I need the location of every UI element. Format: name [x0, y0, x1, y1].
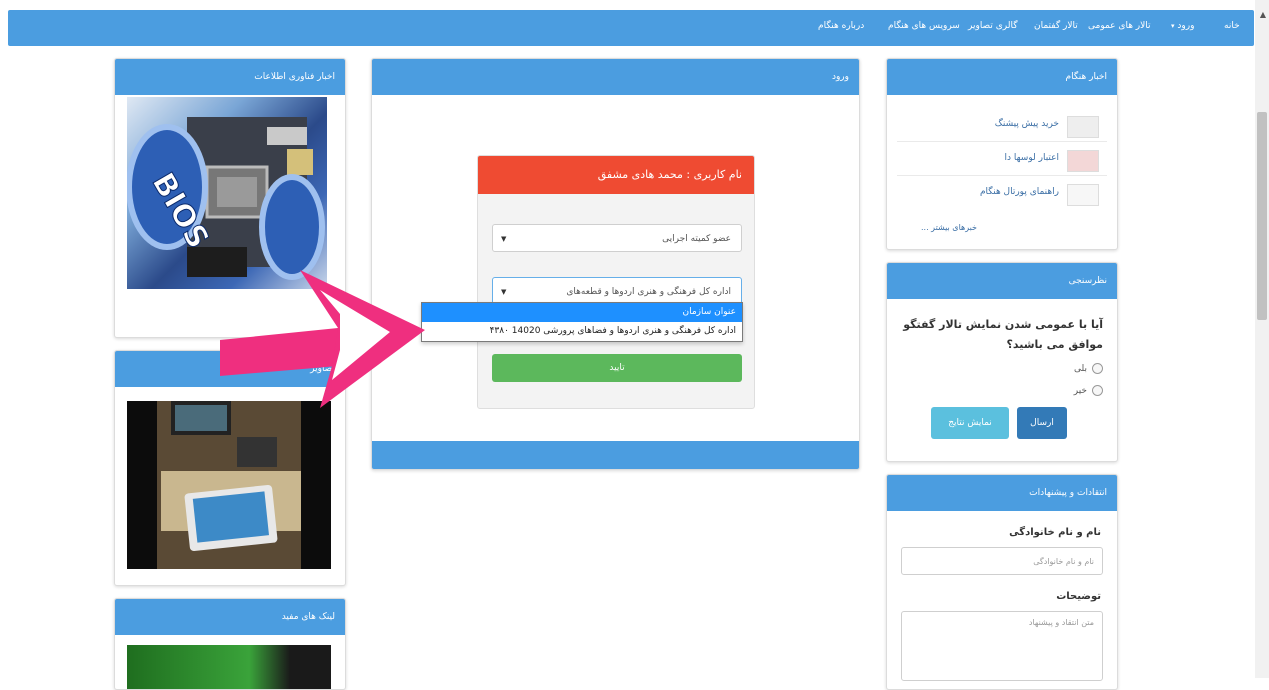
top-navbar: خانه ▾ ورود تالار های عمومی تالار گفتمان…: [8, 10, 1254, 46]
news-item-label: خرید پیش پیشنگ: [994, 119, 1059, 129]
send-button[interactable]: ارسال: [1017, 407, 1067, 439]
kiosk-photo-illustration: [157, 401, 301, 569]
dropdown-option[interactable]: اداره کل فرهنگی و هنری اردوها و فضاهای پ…: [422, 322, 742, 341]
poll-option-yes[interactable]: بلی: [1074, 363, 1103, 374]
scrollbar-thumb[interactable]: [1257, 112, 1267, 320]
poll-panel: نظرسنجی آیا با عمومی شدن نمایش تالار گفت…: [886, 262, 1118, 462]
page-scrollbar[interactable]: ▲: [1255, 0, 1269, 678]
scroll-up-arrow-icon[interactable]: ▲: [1260, 10, 1266, 19]
news-thumbnail: [1067, 116, 1099, 138]
news-item[interactable]: خرید پیش پیشنگ: [897, 111, 1107, 142]
login-panel: ورود نام کاربری : محمد هادی مشفق عضو کمی…: [371, 58, 860, 470]
show-results-button[interactable]: نمایش نتایج: [931, 407, 1009, 439]
useful-links-title: لینک های مفید: [115, 599, 345, 635]
gallery-photo[interactable]: [127, 401, 331, 569]
role-select-value: عضو کمیته اجرایی: [662, 234, 731, 244]
organization-select-value: اداره کل فرهنگی و هنری اردوها و قطعه‌های: [566, 287, 731, 297]
feedback-panel: انتقادات و پیشنهادات نام و نام خانوادگی …: [886, 474, 1118, 690]
news-item[interactable]: راهنمای پورتال هنگام: [897, 179, 1107, 209]
tech-news-title: اخبار فناوری اطلاعات: [115, 59, 345, 95]
name-field[interactable]: نام و نام خانوادگی: [901, 547, 1103, 575]
organization-dropdown-list[interactable]: عنوان سازمان اداره کل فرهنگی و هنری اردو…: [421, 302, 743, 342]
confirm-button[interactable]: تایید: [492, 354, 742, 382]
caret-down-icon: ▾: [1171, 22, 1175, 30]
more-news-link[interactable]: خبرهای بیشتر ...: [921, 223, 977, 232]
organization-select[interactable]: اداره کل فرهنگی و هنری اردوها و قطعه‌های…: [492, 277, 742, 305]
description-label: توضیحات: [1056, 591, 1101, 602]
poll-title: نظرسنجی: [887, 263, 1117, 299]
annotation-arrow-icon: [220, 270, 425, 408]
login-panel-footer: [372, 441, 859, 469]
feedback-title: انتقادات و پیشنهادات: [887, 475, 1117, 511]
login-panel-title: ورود: [372, 59, 859, 95]
hengam-news-panel: اخبار هنگام خرید پیش پیشنگ اعتبار لوسها …: [886, 58, 1118, 250]
login-box: نام کاربری : محمد هادی مشفق عضو کمیته اج…: [477, 155, 755, 409]
poll-question: آیا با عمومی شدن نمایش تالار گفتگو موافق…: [903, 318, 1103, 351]
news-thumbnail: [1067, 150, 1099, 172]
nav-discussion-forum[interactable]: تالار گفتمان: [1034, 21, 1078, 31]
nav-about[interactable]: درباره هنگام: [818, 21, 864, 31]
nav-gallery[interactable]: گالری تصاویر: [968, 21, 1018, 31]
nav-login[interactable]: ▾ ورود: [1168, 21, 1194, 31]
bios-illustration: BIOS: [127, 117, 325, 280]
hengam-news-title: اخبار هنگام: [887, 59, 1117, 95]
nav-login-label: ورود: [1177, 21, 1195, 31]
useful-link-banner[interactable]: [127, 645, 331, 689]
poll-option-no[interactable]: خیر: [1074, 385, 1103, 396]
news-item-label: اعتبار لوسها دا: [1004, 153, 1059, 163]
nav-services[interactable]: سرویس های هنگام: [888, 21, 960, 31]
news-item[interactable]: اعتبار لوسها دا: [897, 145, 1107, 176]
radio-icon: [1092, 363, 1103, 374]
login-username-header: نام کاربری : محمد هادی مشفق: [478, 156, 754, 194]
nav-home[interactable]: خانه: [1224, 21, 1240, 31]
dropdown-option[interactable]: عنوان سازمان: [422, 303, 742, 322]
news-thumbnail: [1067, 184, 1099, 206]
poll-no-label: خیر: [1073, 386, 1087, 396]
nav-public-forums[interactable]: تالار های عمومی: [1088, 21, 1151, 31]
select-arrow-icon: ▼: [501, 235, 507, 243]
name-label: نام و نام خانوادگی: [1009, 527, 1101, 538]
useful-links-panel: لینک های مفید: [114, 598, 346, 690]
news-item-label: راهنمای پورتال هنگام: [979, 187, 1059, 197]
bios-motherboard-image[interactable]: BIOS: [127, 97, 327, 289]
role-select[interactable]: عضو کمیته اجرایی ▼: [492, 224, 742, 252]
radio-icon: [1092, 385, 1103, 396]
description-field[interactable]: متن انتقاد و پیشنهاد: [901, 611, 1103, 681]
poll-yes-label: بلی: [1074, 364, 1087, 374]
